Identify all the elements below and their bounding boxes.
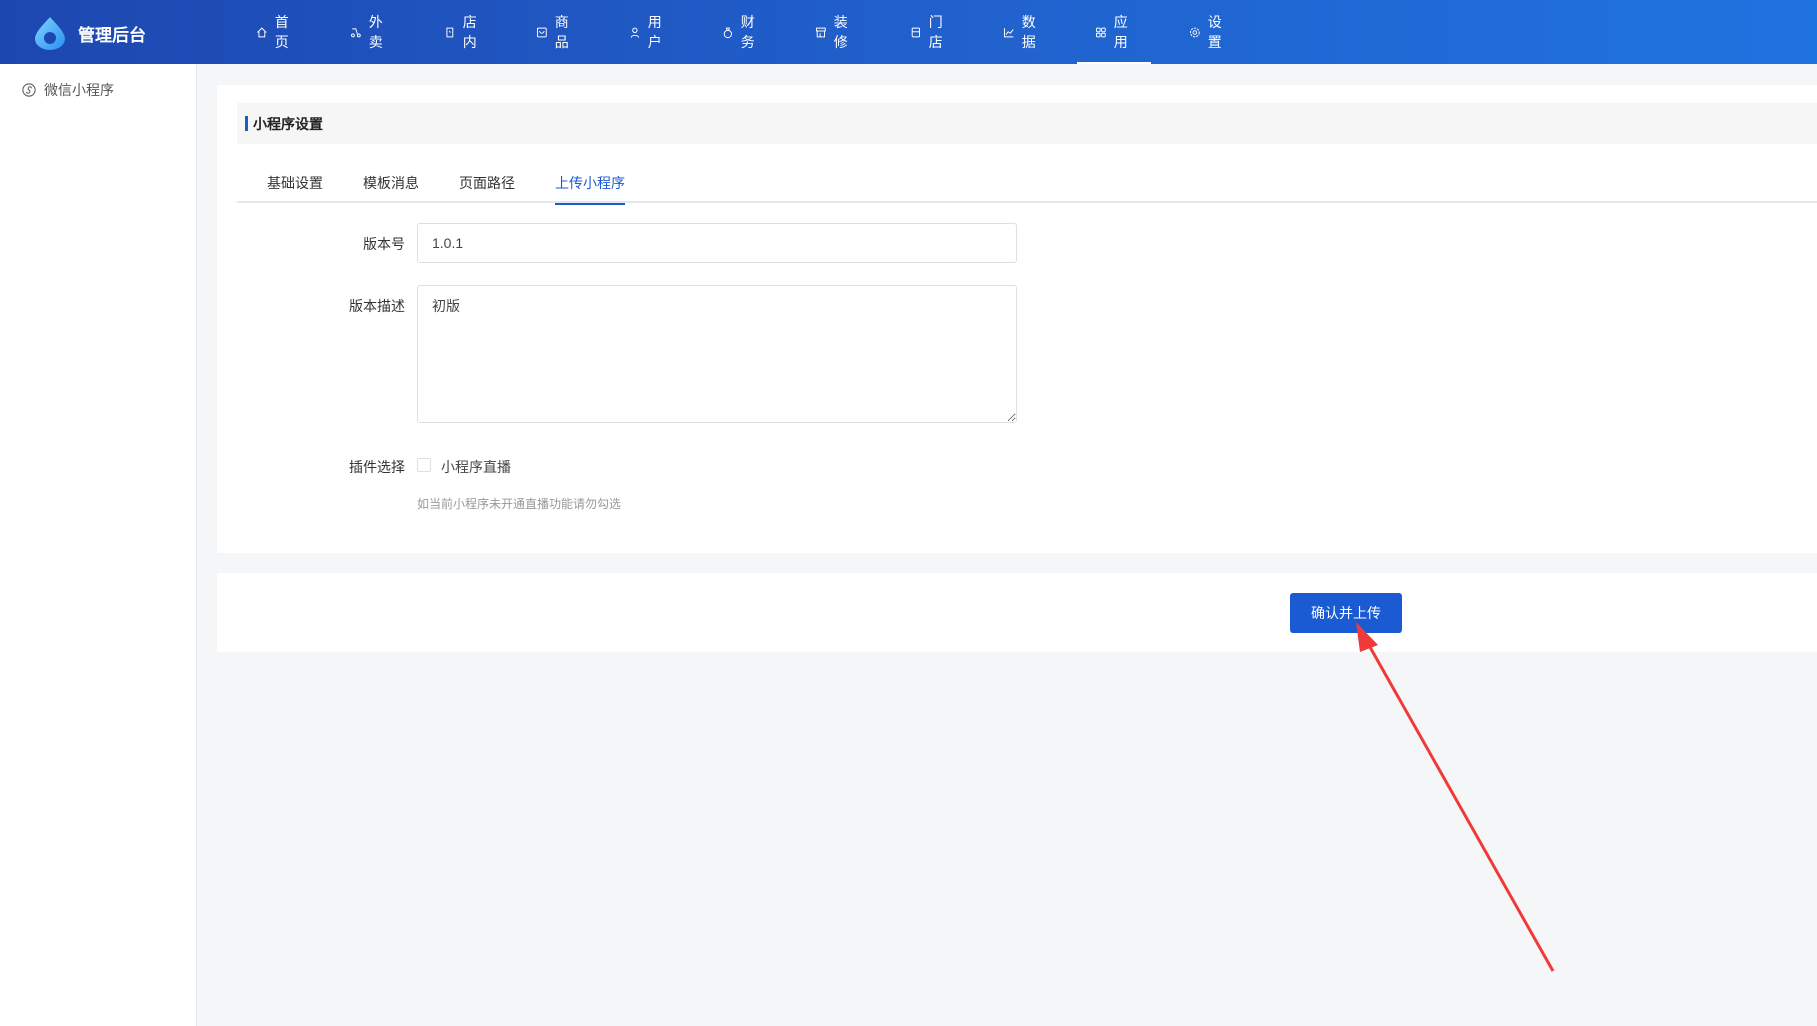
- nav-finance[interactable]: 财务: [722, 0, 760, 64]
- gear-icon: [1189, 27, 1200, 37]
- money-bag-icon: [723, 27, 732, 38]
- nav-user[interactable]: 用户: [629, 0, 667, 64]
- settings-card: 小程序设置 基础设置 模板消息 页面路径 上传小程序 版本号 版本描述 初版 插…: [217, 85, 1817, 553]
- description-label: 版本描述: [349, 298, 405, 314]
- nav-goods[interactable]: 商品: [536, 0, 574, 64]
- user-icon: [630, 27, 639, 38]
- nav-apps[interactable]: 应用: [1077, 0, 1151, 64]
- nav-settings[interactable]: 设置: [1189, 0, 1227, 64]
- nav-delivery[interactable]: 外卖: [350, 0, 388, 64]
- nav-label: 用户: [647, 14, 662, 50]
- live-plugin-checkbox[interactable]: [417, 458, 431, 472]
- nav-label: 门店: [928, 14, 943, 50]
- nav-label: 财务: [740, 14, 755, 50]
- version-input[interactable]: [417, 223, 1017, 263]
- plugin-hint: 如当前小程序未开通直播功能请勿勾选: [417, 497, 622, 511]
- nav-data[interactable]: 数据: [1003, 0, 1041, 64]
- description-textarea[interactable]: 初版: [417, 285, 1017, 423]
- tab-basic-settings[interactable]: 基础设置: [267, 173, 323, 203]
- tab-bar: 基础设置 模板消息 页面路径 上传小程序: [237, 173, 1817, 205]
- nav-label: 装修: [833, 14, 848, 50]
- nav-label: 设置: [1207, 14, 1222, 50]
- top-header: 管理后台 首页 外卖 店内 商品 用户 财务 装修 门店 数据 应用 设置: [0, 0, 1817, 64]
- apps-icon: [1095, 27, 1106, 37]
- section-title: 小程序设置: [237, 103, 1817, 144]
- sidebar-item-wechat-mini-program[interactable]: 微信小程序: [22, 80, 114, 100]
- nav-label: 数据: [1021, 14, 1036, 50]
- nav-decoration[interactable]: 装修: [815, 0, 853, 64]
- tab-template-messages[interactable]: 模板消息: [363, 173, 419, 203]
- delivery-icon: [350, 27, 361, 37]
- store-icon: [911, 27, 920, 37]
- nav-home[interactable]: 首页: [256, 0, 294, 64]
- brand-title: 管理后台: [78, 26, 146, 45]
- plugin-label: 插件选择: [349, 459, 405, 475]
- version-label: 版本号: [363, 236, 405, 252]
- confirm-upload-button[interactable]: 确认并上传: [1290, 593, 1402, 633]
- nav-stores[interactable]: 门店: [910, 0, 948, 64]
- tab-upload-mini-program[interactable]: 上传小程序: [555, 173, 625, 205]
- goods-icon: [536, 27, 547, 37]
- nav-label: 外卖: [368, 14, 383, 50]
- action-bar: 确认并上传: [217, 573, 1817, 652]
- live-plugin-label[interactable]: 小程序直播: [441, 457, 511, 477]
- logo-icon: [35, 17, 65, 50]
- storefront-icon: [815, 27, 826, 37]
- dine-in-icon: [446, 27, 454, 37]
- tab-page-paths[interactable]: 页面路径: [459, 173, 515, 203]
- nav-label: 商品: [554, 14, 569, 50]
- sidebar-item-label: 微信小程序: [44, 82, 114, 98]
- home-icon: [257, 26, 267, 37]
- nav-label: 店内: [462, 14, 477, 50]
- mini-program-icon: [22, 83, 36, 97]
- nav-label: 应用: [1113, 14, 1128, 50]
- chart-icon: [1003, 27, 1014, 37]
- sidebar: 微信小程序: [0, 64, 197, 1026]
- nav-dine-in[interactable]: 店内: [444, 0, 482, 64]
- nav-label: 首页: [274, 14, 289, 50]
